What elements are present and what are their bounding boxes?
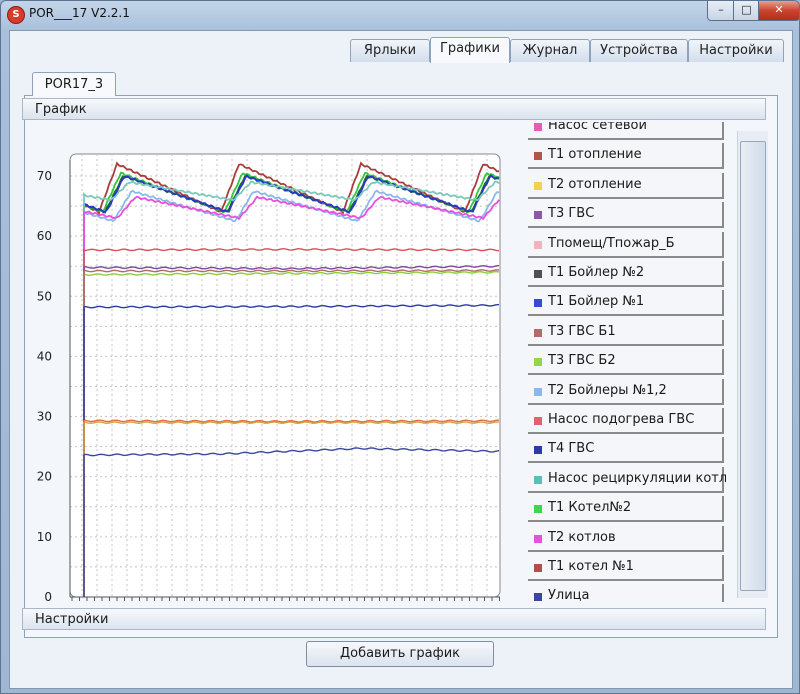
legend-item[interactable]: Насос сетевой bbox=[528, 122, 724, 140]
tab-log[interactable]: Журнал bbox=[510, 39, 590, 62]
legend-swatch bbox=[534, 387, 542, 396]
chart: 01020304050607015:04:3115:12:5115:21:111… bbox=[24, 124, 517, 622]
legend-swatch bbox=[534, 181, 542, 190]
legend-item[interactable]: Т1 Котел№2 bbox=[528, 496, 724, 523]
legend-label: Т2 котлов bbox=[548, 529, 616, 545]
y-tick-label: 60 bbox=[37, 229, 52, 243]
legend-swatch bbox=[534, 564, 542, 572]
legend-label: Т3 ГВС Б1 bbox=[548, 323, 616, 339]
legend-label: Т1 Бойлер №2 bbox=[548, 265, 645, 280]
legend-swatch bbox=[534, 328, 542, 337]
legend-swatch bbox=[534, 240, 542, 249]
minimize-button[interactable]: – bbox=[707, 1, 735, 21]
legend-label: Т4 ГВС bbox=[548, 441, 595, 457]
legend-swatch bbox=[534, 211, 542, 220]
legend-swatch bbox=[534, 270, 542, 278]
y-tick-label: 40 bbox=[37, 349, 52, 363]
y-tick-label: 20 bbox=[37, 470, 52, 484]
legend-swatch bbox=[534, 475, 542, 484]
legend-label: Т1 котел №1 bbox=[548, 559, 634, 574]
add-chart-button[interactable]: Добавить график bbox=[306, 641, 494, 667]
legend-item[interactable]: Насос подогрева ГВС bbox=[528, 408, 724, 434]
legend-swatch bbox=[534, 123, 542, 131]
scrollbar-thumb[interactable] bbox=[740, 141, 766, 591]
graph-section-header[interactable]: График bbox=[22, 98, 766, 120]
legend-item[interactable]: Т1 отопление bbox=[528, 143, 724, 170]
legend-swatch bbox=[534, 505, 542, 514]
tab-settings[interactable]: Настройки bbox=[688, 39, 784, 62]
tab-charts[interactable]: Графики bbox=[430, 37, 510, 63]
legend-item[interactable]: Т1 Бойлер №1 bbox=[528, 290, 724, 317]
legend-swatch bbox=[534, 446, 542, 455]
legend-swatch bbox=[534, 152, 542, 161]
chart-svg: 01020304050607015:04:3115:12:5115:21:111… bbox=[37, 153, 517, 622]
y-tick-label: 0 bbox=[44, 590, 52, 604]
y-tick-label: 30 bbox=[37, 410, 52, 424]
settings-section-header[interactable]: Настройки bbox=[22, 608, 766, 630]
legend-label: Т2 Бойлеры №1,2 bbox=[548, 382, 667, 398]
legend-item[interactable]: Тпомещ/Тпожар_Б bbox=[528, 231, 724, 258]
tab-devices[interactable]: Устройства bbox=[590, 39, 688, 62]
legend-item[interactable]: Т2 Бойлеры №1,2 bbox=[528, 378, 724, 405]
legend-swatch bbox=[534, 299, 542, 308]
tab-shortcuts[interactable]: Ярлыки bbox=[350, 39, 430, 62]
maximize-button[interactable]: □ bbox=[733, 1, 760, 21]
main-area: Ярлыки Графики Журнал Устройства Настрой… bbox=[9, 30, 793, 689]
legend-scrollbar[interactable] bbox=[737, 131, 768, 598]
close-button[interactable]: ✕ bbox=[758, 1, 799, 21]
legend-swatch bbox=[534, 534, 542, 543]
legend-item[interactable]: Т3 ГВС Б1 bbox=[528, 319, 724, 346]
legend-label: Т2 отопление bbox=[548, 176, 642, 192]
legend-label: Улица bbox=[548, 588, 590, 602]
y-tick-label: 50 bbox=[37, 289, 52, 303]
legend-item[interactable]: Насос рециркуляции котлов bbox=[528, 466, 726, 493]
legend-list: Насос сетевой Т1 отопление Т2 отопление Т3 … bbox=[526, 122, 726, 602]
legend-item[interactable]: Т4 ГВС bbox=[528, 437, 724, 464]
legend-label: Т1 отопление bbox=[548, 147, 642, 163]
app-logo-icon: S bbox=[7, 6, 25, 24]
legend-label: Насос сетевой bbox=[548, 122, 647, 133]
legend-label: Насос подогрева ГВС bbox=[548, 412, 695, 427]
legend-label: Насос рециркуляции котлов bbox=[548, 470, 726, 486]
legend-item[interactable]: Улица bbox=[528, 584, 724, 602]
app-window: S POR___17 V2.2.1 – □ ✕ Ярлыки Графики Ж… bbox=[0, 0, 800, 694]
title-bar[interactable]: S POR___17 V2.2.1 – □ ✕ bbox=[1, 1, 799, 29]
legend-item[interactable]: Т1 Бойлер №2 bbox=[528, 261, 724, 287]
tab-por17-3[interactable]: POR17_3 bbox=[32, 72, 116, 96]
legend-label: Т3 ГВС Б2 bbox=[548, 353, 616, 369]
legend-label: Т1 Бойлер №1 bbox=[548, 294, 645, 310]
legend-swatch bbox=[534, 417, 542, 425]
y-tick-label: 10 bbox=[37, 530, 52, 544]
legend-label: Т3 ГВС bbox=[548, 206, 595, 222]
legend-item[interactable]: Т2 котлов bbox=[528, 525, 724, 552]
y-tick-label: 70 bbox=[37, 169, 52, 183]
legend-item[interactable]: Т3 ГВС bbox=[528, 202, 724, 229]
window-title: POR___17 V2.2.1 bbox=[29, 6, 130, 20]
legend-item[interactable]: Т3 ГВС Б2 bbox=[528, 349, 724, 376]
legend-swatch bbox=[534, 358, 542, 367]
legend-label: Тпомещ/Тпожар_Б bbox=[548, 235, 675, 251]
legend-swatch bbox=[534, 593, 542, 602]
legend-item[interactable]: Т2 отопление bbox=[528, 172, 724, 199]
plot-area bbox=[69, 153, 501, 598]
legend-label: Т1 Котел№2 bbox=[548, 500, 632, 516]
legend-item[interactable]: Т1 котел №1 bbox=[528, 555, 724, 581]
